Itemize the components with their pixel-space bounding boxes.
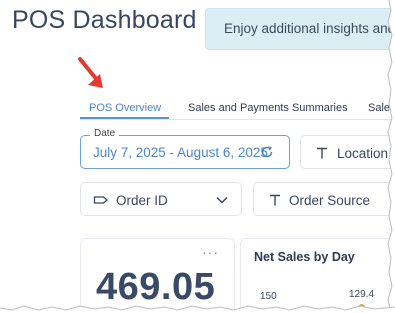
info-banner[interactable]: Enjoy additional insights and <box>205 8 395 50</box>
refresh-icon[interactable] <box>260 145 274 159</box>
tab-pos-overview[interactable]: POS Overview <box>89 102 161 114</box>
order-id-filter-label: Order ID <box>116 193 168 208</box>
tab-sales-and-payments-summaries[interactable]: Sales and Payments Summaries <box>188 102 348 114</box>
tag-icon <box>93 196 108 204</box>
order-id-filter[interactable]: Order ID <box>80 182 242 216</box>
text-type-icon <box>317 147 327 159</box>
order-source-filter[interactable]: Order Source <box>253 182 395 216</box>
order-source-filter-label: Order Source <box>289 193 371 208</box>
card-menu-icon[interactable]: ··· <box>202 244 219 260</box>
annotation-arrow-icon <box>78 57 103 88</box>
chevron-down-icon <box>216 196 228 204</box>
tabs-divider <box>80 119 395 120</box>
banner-text: Enjoy additional insights and <box>224 21 395 36</box>
bar-data-label: 129.4 <box>349 289 375 300</box>
torn-edge-bottom <box>0 305 395 313</box>
location-filter-label: Location <box>337 146 389 161</box>
pos-dashboard-screen: POS Dashboard Enjoy additional insights … <box>0 0 395 313</box>
date-field-label: Date <box>90 128 120 139</box>
torn-edge-right <box>387 0 395 313</box>
location-filter[interactable]: Location <box>300 135 395 169</box>
text-type-icon <box>270 194 280 206</box>
date-range-value: July 7, 2025 - August 6, 2025 <box>93 145 268 160</box>
page-title: POS Dashboard <box>12 6 197 34</box>
chart-title: Net Sales by Day <box>254 250 355 264</box>
